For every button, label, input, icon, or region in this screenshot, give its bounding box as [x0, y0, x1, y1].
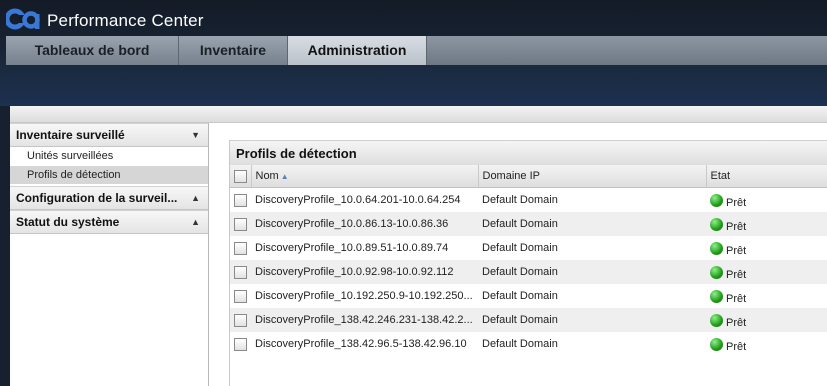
- ip-domain: Default Domain: [482, 194, 558, 206]
- profile-name: DiscoveryProfile_138.42.96.5-138.42.96.1…: [255, 338, 467, 350]
- status-ok-icon: [710, 217, 723, 231]
- column-label: Etat: [710, 170, 731, 182]
- profile-name: DiscoveryProfile_10.0.86.13-10.0.86.36: [255, 218, 449, 230]
- status-text: Prêt: [726, 293, 747, 305]
- sidebar-section-configuration[interactable]: Configuration de la surveil... ▲: [10, 186, 208, 210]
- tab-administration[interactable]: Administration: [288, 36, 427, 65]
- row-checkbox[interactable]: [234, 193, 247, 207]
- table-row[interactable]: DiscoveryProfile_10.192.250.9-10.192.250…: [230, 284, 827, 308]
- sidebar-section-statut-du-systeme[interactable]: Statut du système ▲: [10, 210, 208, 234]
- expand-arrow-icon: ▲: [191, 217, 200, 227]
- column-header-domain[interactable]: Domaine IP: [478, 165, 707, 188]
- sidebar-section-label: Inventaire surveillé: [16, 128, 125, 142]
- sidebar: Inventaire surveillé ▼ Unités surveillée…: [10, 123, 209, 386]
- row-checkbox[interactable]: [234, 265, 247, 279]
- app-title: Performance Center: [47, 11, 204, 30]
- status-text: Prêt: [726, 221, 747, 233]
- frame-top-strip: [10, 106, 827, 123]
- sidebar-item-label: Profils de détection: [27, 169, 121, 181]
- collapse-arrow-icon: ▼: [191, 130, 200, 140]
- row-checkbox[interactable]: [234, 241, 247, 255]
- table-row[interactable]: DiscoveryProfile_10.0.64.201-10.0.64.254…: [230, 188, 827, 213]
- row-checkbox[interactable]: [234, 217, 247, 231]
- ip-domain: Default Domain: [482, 242, 558, 254]
- table-row[interactable]: DiscoveryProfile_10.0.92.98-10.0.92.112 …: [230, 260, 827, 284]
- column-label: Nom: [255, 170, 279, 182]
- table-row[interactable]: DiscoveryProfile_10.0.89.51-10.0.89.74 D…: [230, 236, 827, 260]
- table-row[interactable]: DiscoveryProfile_138.42.96.5-138.42.96.1…: [230, 332, 827, 356]
- sidebar-section-inventaire-surveille[interactable]: Inventaire surveillé ▼: [10, 123, 208, 147]
- ip-domain: Default Domain: [482, 266, 558, 278]
- discovery-profiles-panel: Profils de détection Nom ▲ Domaine IP Eta…: [229, 140, 827, 386]
- table-row[interactable]: DiscoveryProfile_138.42.246.231-138.42.2…: [230, 308, 827, 332]
- column-header-status[interactable]: Etat: [706, 165, 827, 188]
- top-header: Performance Center Tableaux de bord Inve…: [0, 0, 827, 106]
- column-label: Domaine IP: [482, 170, 540, 182]
- ip-domain: Default Domain: [482, 338, 558, 350]
- select-all-header: [230, 165, 252, 188]
- profiles-table: Nom ▲ Domaine IP Etat DiscoveryProfile_10…: [230, 165, 827, 356]
- column-header-name[interactable]: Nom ▲: [251, 165, 479, 188]
- row-checkbox[interactable]: [234, 289, 247, 303]
- status-text: Prêt: [726, 317, 747, 329]
- profile-name: DiscoveryProfile_10.0.64.201-10.0.64.254: [255, 194, 461, 206]
- sort-ascending-icon: ▲: [280, 172, 289, 181]
- sidebar-item-label: Unités surveillées: [27, 150, 114, 162]
- sidebar-item-profils-de-detection[interactable]: Profils de détection: [10, 166, 208, 184]
- ip-domain: Default Domain: [482, 218, 558, 230]
- status-ok-icon: [710, 193, 723, 207]
- panel-header: Profils de détection: [230, 140, 827, 166]
- status-ok-icon: [710, 289, 723, 303]
- profile-name: DiscoveryProfile_10.0.89.51-10.0.89.74: [255, 242, 449, 254]
- status-text: Prêt: [726, 269, 747, 281]
- status-ok-icon: [710, 337, 723, 351]
- status-ok-icon: [710, 265, 723, 279]
- expand-arrow-icon: ▲: [191, 193, 200, 203]
- row-checkbox[interactable]: [234, 313, 247, 327]
- status-ok-icon: [710, 241, 723, 255]
- status-text: Prêt: [726, 197, 747, 209]
- status-text: Prêt: [726, 341, 747, 353]
- ip-domain: Default Domain: [482, 314, 558, 326]
- sidebar-section-label: Statut du système: [16, 215, 120, 229]
- profile-name: DiscoveryProfile_10.0.92.98-10.0.92.112: [255, 266, 454, 278]
- status-ok-icon: [710, 313, 723, 327]
- ip-domain: Default Domain: [482, 290, 558, 302]
- ca-logo-icon: [6, 8, 40, 30]
- panel-title: Profils de détection: [236, 146, 357, 161]
- table-row[interactable]: DiscoveryProfile_10.0.86.13-10.0.86.36 D…: [230, 212, 827, 236]
- tab-tableaux-de-bord[interactable]: Tableaux de bord: [6, 36, 179, 65]
- row-checkbox[interactable]: [234, 337, 247, 351]
- sidebar-section-label: Configuration de la surveil...: [16, 191, 178, 205]
- tab-inventaire[interactable]: Inventaire: [179, 36, 288, 65]
- profile-name: DiscoveryProfile_10.192.250.9-10.192.250…: [255, 290, 473, 302]
- select-all-checkbox[interactable]: [234, 169, 247, 183]
- table-header-row: Nom ▲ Domaine IP Etat: [230, 165, 827, 188]
- profile-name: DiscoveryProfile_138.42.246.231-138.42.2…: [255, 314, 473, 326]
- content-frame: Inventaire surveillé ▼ Unités surveillée…: [10, 106, 827, 386]
- sidebar-item-unites-surveillees[interactable]: Unités surveillées: [10, 147, 208, 165]
- status-text: Prêt: [726, 245, 747, 257]
- main-tab-bar: Tableaux de bord Inventaire Administrati…: [6, 36, 827, 65]
